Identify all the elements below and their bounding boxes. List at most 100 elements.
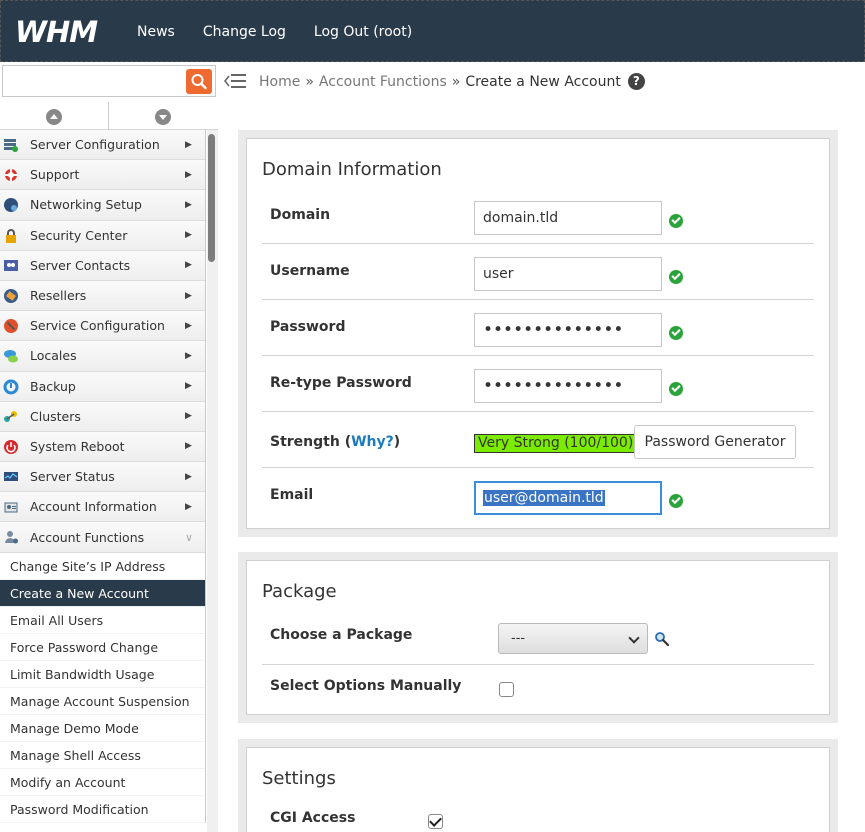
contacts-icon bbox=[4, 259, 18, 271]
expand-caret-icon: ▶ bbox=[185, 381, 192, 392]
changelog-link[interactable]: Change Log bbox=[203, 24, 286, 40]
search-button[interactable] bbox=[186, 69, 212, 94]
sidebar-item-label: Server Configuration bbox=[30, 137, 160, 153]
collapse-down-button[interactable] bbox=[109, 102, 217, 130]
help-icon[interactable]: ? bbox=[627, 73, 645, 90]
sidebar-item-label: Support bbox=[30, 167, 80, 183]
expand-caret-icon: ▶ bbox=[185, 260, 192, 271]
sidebar-item-resellers[interactable]: Resellers ▶ bbox=[0, 280, 205, 312]
breadcrumb-home[interactable]: Home bbox=[259, 74, 300, 90]
sidebar-item-networking-setup[interactable]: Networking Setup ▶ bbox=[0, 190, 205, 221]
sidebar-item-server-status[interactable]: Server Status ▶ bbox=[0, 462, 205, 493]
breadcrumb-current: Create a New Account bbox=[465, 73, 621, 90]
scrollbar-thumb[interactable] bbox=[208, 134, 215, 262]
package-select[interactable]: --- bbox=[498, 623, 648, 654]
why-link[interactable]: Why? bbox=[351, 434, 394, 450]
account-info-icon bbox=[4, 502, 18, 513]
cgi-access-label: CGI Access bbox=[270, 810, 356, 826]
search-icon bbox=[191, 74, 207, 90]
sidebar-item-service-configuration[interactable]: Service Configuration ▶ bbox=[0, 311, 205, 342]
arrow-up-icon bbox=[46, 109, 62, 125]
sidebar-subitem-manage-suspension[interactable]: Manage Account Suspension bbox=[0, 688, 205, 715]
sidebar-item-account-information[interactable]: Account Information ▶ bbox=[0, 492, 205, 523]
sidebar-item-label: Server Status bbox=[30, 469, 115, 485]
sidebar-search bbox=[2, 65, 216, 97]
expand-caret-icon: ▶ bbox=[185, 501, 192, 512]
sidebar-scrollbar[interactable] bbox=[207, 130, 218, 832]
expand-caret-icon: ▶ bbox=[185, 411, 192, 422]
sidebar-item-clusters[interactable]: Clusters ▶ bbox=[0, 401, 205, 432]
username-field[interactable] bbox=[474, 257, 662, 291]
user-gear-icon bbox=[5, 531, 18, 544]
breadcrumb-separator: » bbox=[451, 73, 461, 90]
retype-password-field[interactable] bbox=[474, 369, 662, 403]
cgi-access-checkbox[interactable] bbox=[428, 814, 443, 829]
select-options-manually-checkbox[interactable] bbox=[499, 682, 514, 697]
backup-icon bbox=[3, 379, 19, 394]
sidebar-item-label: Security Center bbox=[30, 227, 128, 243]
domain-field[interactable] bbox=[474, 201, 662, 235]
expand-caret-icon: ▶ bbox=[185, 139, 192, 150]
email-label: Email bbox=[270, 487, 314, 503]
row-divider bbox=[262, 664, 814, 665]
valid-check-icon bbox=[669, 382, 683, 396]
cluster-icon bbox=[4, 410, 17, 422]
server-config-icon bbox=[4, 139, 18, 152]
sidebar-subitem-force-password-change[interactable]: Force Password Change bbox=[0, 634, 205, 661]
package-select-value: --- bbox=[511, 631, 526, 646]
valid-check-icon bbox=[669, 326, 683, 340]
breadcrumb: Home » Account Functions » Create a New … bbox=[259, 73, 645, 90]
sidebar-subitem-limit-bandwidth[interactable]: Limit Bandwidth Usage bbox=[0, 661, 205, 688]
row-divider bbox=[262, 243, 814, 244]
sidebar-item-label: Networking Setup bbox=[30, 197, 142, 213]
row-divider bbox=[262, 355, 814, 356]
sidebar-item-server-contacts[interactable]: Server Contacts ▶ bbox=[0, 250, 205, 281]
sidebar-subitem-manage-demo-mode[interactable]: Manage Demo Mode bbox=[0, 715, 205, 742]
retype-password-label: Re-type Password bbox=[270, 375, 412, 391]
package-section: Package Choose a Package --- Select Opti… bbox=[238, 552, 838, 723]
breadcrumb-section[interactable]: Account Functions bbox=[319, 74, 447, 90]
logout-link[interactable]: Log Out (root) bbox=[314, 24, 412, 40]
svg-text:WHM: WHM bbox=[15, 17, 98, 47]
sidebar-item-locales[interactable]: Locales ▶ bbox=[0, 341, 205, 372]
whm-logo[interactable]: WHM bbox=[15, 17, 117, 47]
expand-caret-icon: ▶ bbox=[185, 199, 192, 210]
search-input[interactable] bbox=[3, 66, 183, 96]
email-field[interactable]: user@domain.tld bbox=[474, 481, 662, 515]
select-options-manually-label: Select Options Manually bbox=[270, 678, 462, 694]
sidebar-item-label: Resellers bbox=[30, 288, 87, 304]
package-panel: Package Choose a Package --- Select Opti… bbox=[246, 560, 830, 715]
password-field[interactable] bbox=[474, 313, 662, 347]
lock-icon bbox=[6, 228, 16, 243]
sidebar-subitem-modify-account[interactable]: Modify an Account bbox=[0, 769, 205, 796]
sidebar-item-support[interactable]: Support ▶ bbox=[0, 160, 205, 191]
news-link[interactable]: News bbox=[137, 24, 175, 40]
sidebar-subitem-manage-shell-access[interactable]: Manage Shell Access bbox=[0, 742, 205, 769]
chevron-down-icon bbox=[628, 632, 640, 644]
sidebar-subitem-email-all-users[interactable]: Email All Users bbox=[0, 607, 205, 634]
wrench-icon bbox=[4, 319, 18, 334]
expand-caret-icon: ▶ bbox=[185, 230, 192, 241]
sidebar-item-server-configuration[interactable]: Server Configuration ▶ bbox=[0, 130, 205, 161]
domain-information-panel: Domain Information Domain Username Passw… bbox=[246, 138, 830, 529]
sidebar-subitem-create-account[interactable]: Create a New Account bbox=[0, 579, 205, 607]
sidebar-item-label: System Reboot bbox=[30, 438, 125, 454]
sidebar-item-system-reboot[interactable]: System Reboot ▶ bbox=[0, 431, 205, 463]
sidebar-item-backup[interactable]: Backup ▶ bbox=[0, 371, 205, 402]
account-functions-submenu: Change Site’s IP Address Create a New Ac… bbox=[0, 553, 205, 823]
globe-icon bbox=[4, 198, 18, 213]
section-title: Package bbox=[262, 581, 337, 602]
sidebar-subitem-password-modification[interactable]: Password Modification bbox=[0, 796, 205, 823]
sidebar-item-account-functions[interactable]: Account Functions ∨ bbox=[0, 522, 205, 553]
sidebar-item-security-center[interactable]: Security Center ▶ bbox=[0, 220, 205, 251]
sidebar-subitem-change-ip[interactable]: Change Site’s IP Address bbox=[0, 553, 205, 580]
section-title: Domain Information bbox=[262, 159, 442, 180]
collapse-up-button[interactable] bbox=[0, 102, 108, 130]
settings-section: Settings CGI Access bbox=[238, 739, 838, 832]
password-generator-button[interactable]: Password Generator bbox=[634, 425, 796, 459]
magnifier-icon[interactable] bbox=[654, 631, 669, 646]
menu-toggle-icon[interactable] bbox=[224, 72, 246, 90]
sidebar-item-label: Server Contacts bbox=[30, 257, 131, 273]
valid-check-icon bbox=[669, 214, 683, 228]
sidebar-item-label: Locales bbox=[30, 348, 77, 364]
